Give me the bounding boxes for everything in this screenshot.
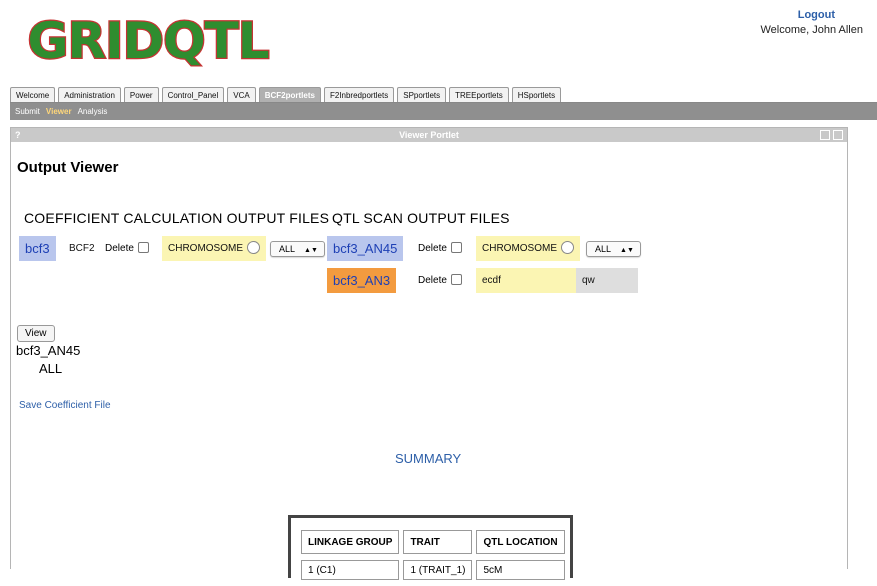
coef-file-link[interactable]: bcf3 <box>19 236 56 261</box>
tab-spportlets[interactable]: SPportlets <box>397 87 447 102</box>
qtl-chromosome: CHROMOSOME <box>476 236 580 261</box>
subnav-viewer[interactable]: Viewer <box>46 107 72 116</box>
main-tabs: Welcome Administration Power Control_Pan… <box>10 87 562 103</box>
qtl-chromosome-radio[interactable] <box>561 240 574 254</box>
table-header-row: LINKAGE GROUP TRAIT QTL LOCATION <box>301 530 565 554</box>
tab-welcome[interactable]: Welcome <box>10 87 56 102</box>
cell-linkage-group: 1 (C1) <box>301 560 400 580</box>
summary-table: LINKAGE GROUP TRAIT QTL LOCATION 1 (C1) … <box>297 524 569 586</box>
qtl-chromosome-select[interactable]: ALL ▲▼ <box>586 241 641 257</box>
subnav-submit[interactable]: Submit <box>15 107 40 116</box>
page-title: Output Viewer <box>17 159 119 176</box>
coef-chromosome-radio[interactable] <box>247 240 260 254</box>
table-row: 1 (C1) 1 (TRAIT_1) 5cM <box>301 560 565 580</box>
minimize-icon[interactable] <box>820 130 830 140</box>
coef-chromosome: CHROMOSOME <box>162 236 266 261</box>
coef-chromosome-label: CHROMOSOME <box>168 243 243 254</box>
qtl-delete-label: Delete <box>418 243 447 254</box>
coef-section-title: COEFFICIENT CALCULATION OUTPUT FILES <box>24 210 330 226</box>
tab-hsportlets[interactable]: HSportlets <box>511 87 562 102</box>
qtl-chromosome-label: CHROMOSOME <box>482 243 557 254</box>
qtl-delete-label: Delete <box>418 275 447 286</box>
tab-control-panel[interactable]: Control_Panel <box>161 87 225 102</box>
tab-bcf2portlets[interactable]: BCF2portlets <box>258 87 321 102</box>
qtl-file-link[interactable]: bcf3_AN3 <box>327 268 397 293</box>
tab-f2inbredportlets[interactable]: F2Inbredportlets <box>323 87 395 102</box>
save-coefficient-link[interactable]: Save Coefficient File <box>19 400 111 411</box>
col-qtl-location: QTL LOCATION <box>476 530 565 554</box>
qtl-section-title: QTL SCAN OUTPUT FILES <box>332 210 510 226</box>
col-trait: TRAIT <box>403 530 473 554</box>
maximize-icon[interactable] <box>833 130 843 140</box>
sub-navigation: Submit Viewer Analysis <box>10 103 877 120</box>
coef-delete-label: Delete <box>105 243 134 254</box>
svg-text:GRIDQTL: GRIDQTL <box>27 12 268 68</box>
tab-administration[interactable]: Administration <box>58 87 121 102</box>
welcome-text: Welcome, John Allen <box>760 24 863 36</box>
qtl-field-input[interactable]: ecdf <box>476 268 576 293</box>
user-area: Logout Welcome, John Allen <box>760 8 863 38</box>
gridqtl-logo: GRIDQTL <box>26 11 271 68</box>
tab-vca[interactable]: VCA <box>227 87 256 102</box>
cell-trait: 1 (TRAIT_1) <box>403 560 473 580</box>
subnav-analysis[interactable]: Analysis <box>78 107 108 116</box>
view-button[interactable]: View <box>17 325 55 342</box>
logout-link[interactable]: Logout <box>760 8 835 23</box>
portlet-title: Viewer Portlet <box>399 130 459 140</box>
coef-delete-checkbox[interactable] <box>137 241 149 253</box>
summary-table-frame: LINKAGE GROUP TRAIT QTL LOCATION 1 (C1) … <box>288 515 573 580</box>
coef-delete: Delete <box>105 236 149 261</box>
select-arrows-icon: ▲▼ <box>620 247 634 254</box>
result-scope: ALL <box>39 361 63 376</box>
summary-heading: SUMMARY <box>395 451 462 466</box>
result-file-name: bcf3_AN45 <box>16 343 81 358</box>
cell-qtl-location: 5cM <box>476 560 565 580</box>
portlet-header: ? Viewer Portlet <box>11 128 847 142</box>
qtl-delete: Delete <box>418 268 462 293</box>
coef-select-value: ALL <box>279 244 296 254</box>
qtl-delete-checkbox[interactable] <box>450 273 462 285</box>
coef-chromosome-select[interactable]: ALL ▲▼ <box>270 241 325 257</box>
coef-file-type: BCF2 <box>63 236 101 261</box>
viewer-portlet: ? Viewer Portlet Output Viewer COEFFICIE… <box>10 127 848 580</box>
help-icon[interactable]: ? <box>15 128 21 142</box>
qtl-delete: Delete <box>418 236 462 261</box>
tab-treeportlets[interactable]: TREEportlets <box>449 87 509 102</box>
qtl-extra-value: qw <box>576 268 638 293</box>
qtl-select-value: ALL <box>595 244 612 254</box>
qtl-file-link[interactable]: bcf3_AN45 <box>327 236 404 261</box>
select-arrows-icon: ▲▼ <box>304 247 318 254</box>
col-linkage-group: LINKAGE GROUP <box>301 530 400 554</box>
tab-power[interactable]: Power <box>123 87 159 102</box>
qtl-delete-checkbox[interactable] <box>450 241 462 253</box>
